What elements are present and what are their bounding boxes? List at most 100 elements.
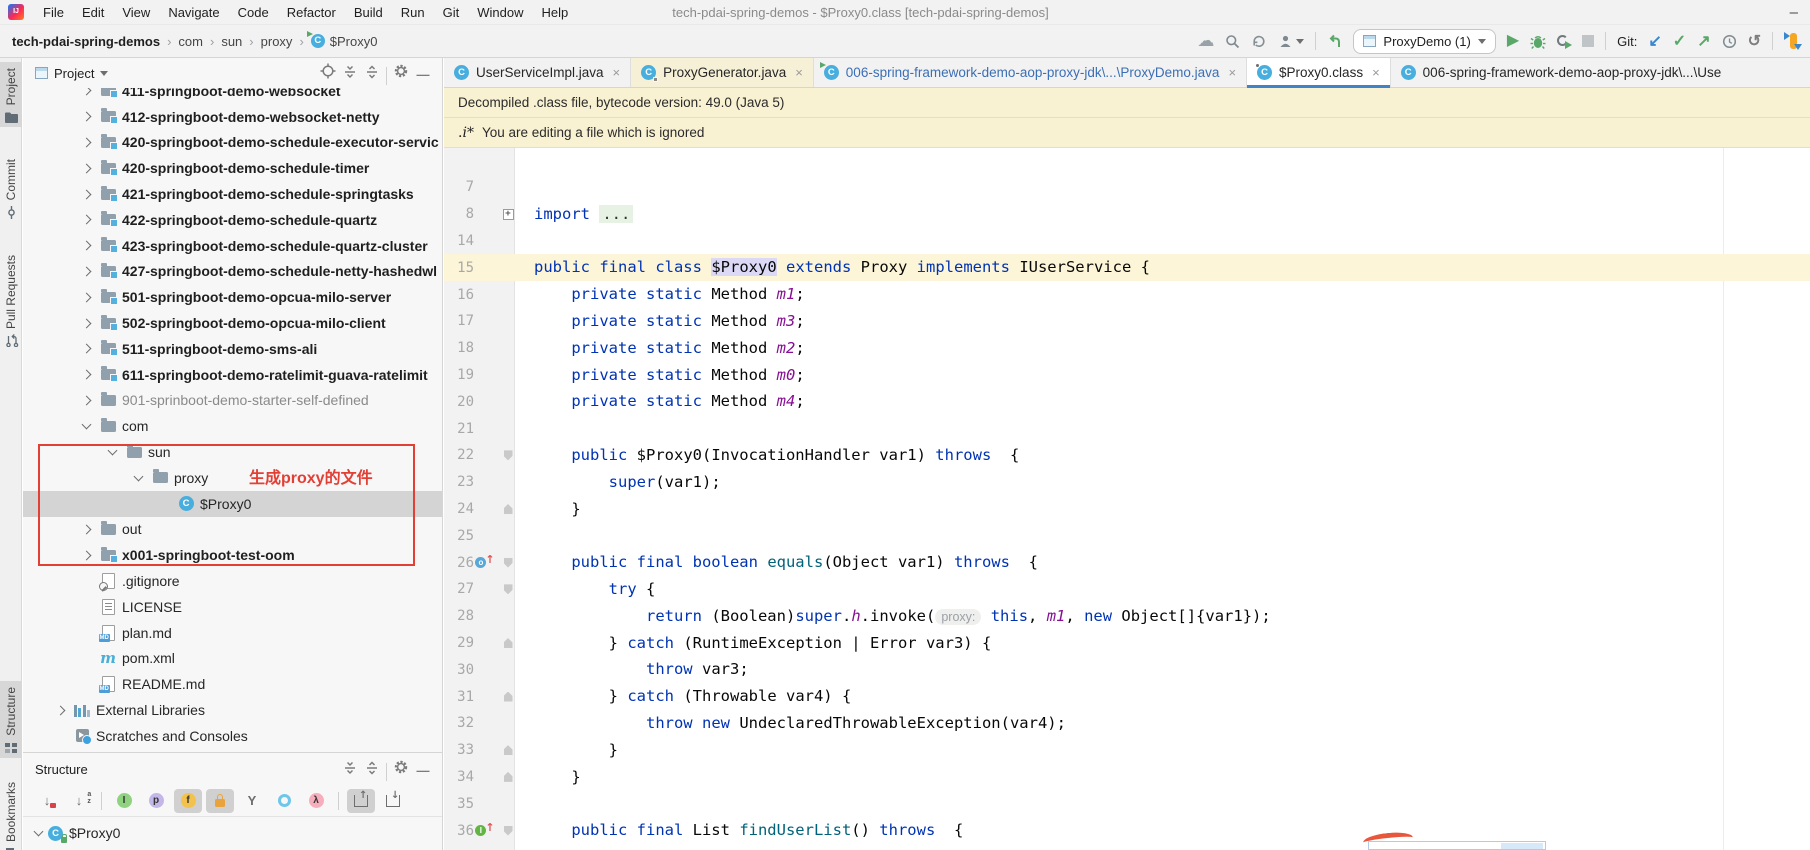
menu-item-help[interactable]: Help (533, 5, 578, 20)
tree-item-pom-xml[interactable]: m pom.xml (23, 646, 442, 672)
stripe-item-pull-requests[interactable]: Pull Requests (0, 249, 22, 351)
tree-item-412-springboot-demo-websocket-netty[interactable]: 412-springboot-demo-websocket-netty (23, 104, 442, 130)
breadcrumb-segment-sun[interactable]: sun (221, 34, 242, 49)
tab-userserviceimpl-java[interactable]: C UserServiceImpl.java × (444, 58, 632, 87)
git-rollback-icon[interactable]: ↺ (1748, 31, 1761, 51)
menu-item-build[interactable]: Build (345, 5, 392, 20)
chevron-right-icon[interactable] (81, 163, 91, 174)
show-lambdas-button[interactable]: λ (302, 789, 330, 813)
menu-item-refactor[interactable]: Refactor (278, 5, 345, 20)
collapse-all-icon[interactable] (361, 757, 383, 779)
fold-open-icon[interactable] (503, 825, 513, 836)
sort-by-visibility-button[interactable]: ↓ (33, 789, 61, 813)
chevron-right-icon[interactable] (81, 550, 91, 561)
chevron-right-icon[interactable] (81, 318, 91, 329)
sync-icon[interactable] (1251, 34, 1267, 49)
tree-item-com[interactable]: com (23, 413, 442, 439)
run-with-coverage-button[interactable] (1557, 34, 1573, 49)
tree-item-427-springboot-demo-schedule-netty-hashedwl[interactable]: 427-springboot-demo-schedule-netty-hashe… (23, 259, 442, 285)
tree-item-422-springboot-demo-schedule-quartz[interactable]: 422-springboot-demo-schedule-quartz (23, 207, 442, 233)
show-anonymous-classes-button[interactable] (270, 789, 298, 813)
tree-item-readme-md[interactable]: README.md (23, 671, 442, 697)
tree-item-x001-springboot-test-oom[interactable]: x001-springboot-test-oom (23, 542, 442, 568)
tree-item-421-springboot-demo-schedule-springtasks[interactable]: 421-springboot-demo-schedule-springtasks (23, 181, 442, 207)
gear-icon[interactable] (390, 756, 412, 778)
tree-item-420-springboot-demo-schedule-timer[interactable]: 420-springboot-demo-schedule-timer (23, 155, 442, 181)
breadcrumb-segment-proxy[interactable]: proxy (261, 34, 293, 49)
fold-close-icon[interactable] (503, 637, 513, 648)
git-push-icon[interactable]: ↗ (1697, 31, 1710, 51)
tree-item-411-springboot-demo-websocket[interactable]: 411-springboot-demo-websocket (23, 88, 442, 104)
chevron-down-icon[interactable] (107, 445, 117, 456)
git-history-icon[interactable] (1722, 34, 1737, 49)
run-button[interactable]: ▶ (1507, 33, 1519, 49)
fold-open-icon[interactable] (503, 450, 513, 461)
chevron-right-icon[interactable] (81, 189, 91, 200)
chevron-right-icon[interactable] (81, 214, 91, 225)
close-icon[interactable]: × (1228, 65, 1236, 80)
fold-close-icon[interactable] (503, 691, 513, 702)
show-inherited-button[interactable]: I (110, 789, 138, 813)
menu-item-run[interactable]: Run (392, 5, 434, 20)
minimize-button[interactable]: – (1790, 4, 1798, 21)
tab-proxygenerator-java[interactable]: C ProxyGenerator.java × (631, 58, 814, 87)
show-non-public-button[interactable] (206, 788, 234, 813)
tab-proxy0-class[interactable]: C $Proxy0.class × (1247, 58, 1391, 88)
expand-all-icon[interactable] (339, 757, 361, 779)
stripe-item-bookmarks[interactable]: Bookmarks (0, 776, 22, 850)
stop-button[interactable] (1582, 35, 1595, 47)
menu-item-file[interactable]: File (34, 5, 73, 20)
chevron-right-icon[interactable] (81, 111, 91, 122)
chevron-down-icon[interactable] (133, 471, 143, 482)
user-profile-icon[interactable] (1278, 34, 1305, 49)
stripe-item-commit[interactable]: Commit (0, 153, 22, 222)
tree-item-license[interactable]: LICENSE (23, 594, 442, 620)
tree-item-gitignore[interactable]: .gitignore (23, 568, 442, 594)
fold-open-icon[interactable] (503, 557, 513, 568)
tab-006-spring-framework-demo-aop-proxy-jdk-use[interactable]: C 006-spring-framework-demo-aop-proxy-jd… (1391, 58, 1810, 87)
chevron-right-icon[interactable] (81, 266, 91, 277)
show-fields-button[interactable]: f (174, 788, 202, 813)
fold-close-icon[interactable] (503, 771, 513, 782)
hide-panel-icon[interactable]: — (412, 64, 434, 86)
git-commit-icon[interactable]: ✓ (1673, 31, 1686, 51)
tree-item-proxy[interactable]: proxy (23, 465, 442, 491)
plugin-icon[interactable] (1784, 32, 1802, 50)
implement-gutter-icon[interactable]: I ↑ (475, 822, 495, 837)
chevron-right-icon[interactable] (81, 524, 91, 535)
tree-item-901-sprinboot-demo-starter-self-defined[interactable]: 901-sprinboot-demo-starter-self-defined (23, 388, 442, 414)
tree-item-sun[interactable]: sun (23, 439, 442, 465)
tab-006-spring-framework-demo-aop-proxy-jdk-proxydemo-java[interactable]: C 006-spring-framework-demo-aop-proxy-jd… (814, 58, 1248, 87)
sort-alphabetically-button[interactable]: ↓ a z (65, 789, 93, 813)
menu-item-git[interactable]: Git (434, 5, 469, 20)
fold-close-icon[interactable] (503, 745, 513, 756)
locate-file-icon[interactable] (317, 60, 339, 82)
tree-item-511-springboot-demo-sms-ali[interactable]: 511-springboot-demo-sms-ali (23, 336, 442, 362)
override-gutter-icon[interactable]: o ↑ (475, 554, 495, 569)
tree-item-plan-md[interactable]: plan.md (23, 620, 442, 646)
menu-item-code[interactable]: Code (229, 5, 278, 20)
tree-item-scratches-and-consoles[interactable]: Scratches and Consoles (23, 723, 442, 749)
tree-item-423-springboot-demo-schedule-quartz-cluster[interactable]: 423-springboot-demo-schedule-quartz-clus… (23, 233, 442, 259)
breadcrumb-segment-com[interactable]: com (178, 34, 203, 49)
search-everywhere-icon[interactable] (1225, 34, 1240, 49)
menu-item-view[interactable]: View (113, 5, 159, 20)
expand-all-icon[interactable] (339, 61, 361, 83)
fold-open-icon[interactable] (503, 584, 513, 595)
breadcrumb-leaf[interactable]: C $Proxy0 (306, 31, 377, 49)
hide-panel-icon[interactable]: — (412, 760, 434, 782)
stripe-item-project[interactable]: Project (0, 62, 22, 128)
code-editor[interactable]: 7 8 + import ... 14 15 public final clas… (444, 148, 1810, 850)
collapse-all-icon[interactable] (361, 61, 383, 83)
tree-item-501-springboot-demo-opcua-milo-server[interactable]: 501-springboot-demo-opcua-milo-server (23, 284, 442, 310)
fold-expand-icon[interactable]: + (502, 208, 514, 220)
tree-item-proxy0[interactable]: C $Proxy0 (23, 490, 442, 517)
chevron-right-icon[interactable] (81, 137, 91, 148)
tree-item-502-springboot-demo-opcua-milo-client[interactable]: 502-springboot-demo-opcua-milo-client (23, 310, 442, 336)
menu-item-window[interactable]: Window (468, 5, 532, 20)
tree-item-420-springboot-demo-schedule-executor-servic[interactable]: 420-springboot-demo-schedule-executor-se… (23, 130, 442, 156)
group-methods-button[interactable]: Y (238, 789, 266, 813)
chevron-down-icon[interactable] (33, 826, 44, 837)
chevron-right-icon[interactable] (81, 292, 91, 303)
show-properties-button[interactable]: p (142, 789, 170, 813)
